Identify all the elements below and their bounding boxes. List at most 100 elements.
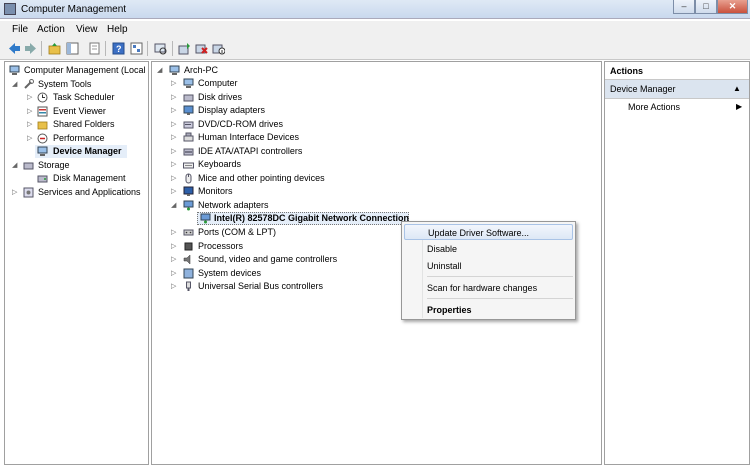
collapsed-arrow-icon[interactable]: ▷: [171, 174, 176, 182]
device-category-network-adapters[interactable]: ◢ Network adapters: [152, 199, 452, 212]
disable-device-icon[interactable]: [212, 42, 225, 55]
collapsed-arrow-icon[interactable]: ▷: [171, 147, 176, 155]
collapsed-arrow-icon[interactable]: ▷: [171, 187, 176, 195]
collapse-section-icon[interactable]: ▲: [733, 84, 741, 93]
mouse-icon: [185, 173, 192, 184]
device-category[interactable]: ▷ Human Interface Devices: [152, 131, 452, 144]
tree-label: Shared Folders: [53, 119, 115, 129]
scan-hardware-icon[interactable]: [154, 42, 167, 55]
collapsed-arrow-icon[interactable]: ▷: [171, 133, 176, 141]
collapsed-arrow-icon[interactable]: ▷: [171, 282, 176, 290]
collapsed-arrow-icon[interactable]: ▷: [171, 93, 176, 101]
device-category-label: Universal Serial Bus controllers: [198, 281, 324, 291]
expanded-arrow-icon[interactable]: ◢: [12, 80, 17, 88]
actions-header: Actions: [605, 62, 749, 80]
collapsed-arrow-icon[interactable]: ▷: [171, 242, 176, 250]
device-category-label: System devices: [198, 268, 262, 278]
menu-file[interactable]: File: [12, 24, 28, 35]
port-icon: [183, 229, 194, 236]
collapsed-arrow-icon[interactable]: ▷: [27, 93, 32, 101]
speaker-icon: [183, 254, 191, 265]
tree-label: Performance: [53, 133, 105, 143]
more-actions-label: More Actions: [628, 102, 681, 112]
menu-view[interactable]: View: [76, 24, 98, 35]
collapsed-arrow-icon[interactable]: ▷: [27, 107, 32, 115]
console-tree-pane[interactable]: Computer Management (Local ◢ System Tool…: [4, 61, 149, 465]
device-category[interactable]: ▷ IDE ATA/ATAPI controllers: [152, 145, 452, 158]
computer-management-icon: [4, 3, 16, 15]
expanded-arrow-icon[interactable]: ◢: [12, 161, 17, 169]
device-category-label: Ports (COM & LPT): [198, 227, 277, 237]
device-category[interactable]: ▷ Mice and other pointing devices: [152, 172, 452, 185]
collapsed-arrow-icon[interactable]: ▷: [27, 120, 32, 128]
maximize-button[interactable]: □: [695, 0, 717, 14]
more-actions-item[interactable]: More Actions ▶: [605, 101, 749, 114]
device-manager-icon: [37, 146, 48, 156]
menu-item-uninstall[interactable]: Uninstall: [404, 258, 573, 274]
expanded-arrow-icon[interactable]: ◢: [157, 66, 162, 74]
device-category[interactable]: ▷ DVD/CD-ROM drives: [152, 118, 452, 131]
tree-item-event-viewer[interactable]: ▷ Event Viewer: [5, 105, 148, 118]
tree-item-storage[interactable]: ◢ Storage: [5, 159, 148, 172]
tree-item-performance[interactable]: ▷ Performance: [5, 132, 148, 145]
menu-item-update-driver[interactable]: Update Driver Software...: [404, 224, 573, 240]
properties-page-icon[interactable]: [88, 42, 101, 55]
menu-bar: File Action View Help: [0, 21, 750, 38]
menu-item-scan-hardware[interactable]: Scan for hardware changes: [404, 280, 573, 296]
collapsed-arrow-icon[interactable]: ▷: [171, 79, 176, 87]
tree-item-task-scheduler[interactable]: ▷ Task Scheduler: [5, 91, 148, 104]
menu-item-properties[interactable]: Properties: [404, 302, 573, 318]
tree-item-device-manager[interactable]: Device Manager: [35, 145, 127, 158]
device-category-label: Processors: [198, 241, 244, 251]
menu-item-label: Update Driver Software...: [428, 228, 530, 238]
up-folder-icon[interactable]: [48, 42, 61, 55]
tree-item-system-tools[interactable]: ◢ System Tools: [5, 78, 148, 91]
device-category[interactable]: ▷ Monitors: [152, 185, 452, 198]
help-icon[interactable]: ?: [112, 42, 125, 55]
device-category-label: Display adapters: [198, 105, 266, 115]
expanded-arrow-icon[interactable]: ◢: [171, 201, 176, 209]
view-icon[interactable]: [130, 42, 143, 55]
computer-icon: [183, 78, 194, 88]
menu-item-label: Scan for hardware changes: [427, 283, 538, 293]
menu-help[interactable]: Help: [107, 24, 128, 35]
tree-item-shared-folders[interactable]: ▷ Shared Folders: [5, 118, 148, 131]
storage-icon: [23, 162, 34, 170]
menu-action[interactable]: Action: [37, 24, 65, 35]
collapsed-arrow-icon[interactable]: ▷: [171, 160, 176, 168]
collapsed-arrow-icon[interactable]: ▷: [171, 255, 176, 263]
console-tree-icon[interactable]: [66, 42, 79, 55]
back-arrow-icon[interactable]: [8, 42, 21, 55]
tree-item-disk-management[interactable]: Disk Management: [5, 172, 148, 185]
collapsed-arrow-icon[interactable]: ▷: [171, 228, 176, 236]
collapsed-arrow-icon[interactable]: ▷: [171, 106, 176, 114]
actions-section-device-manager[interactable]: Device Manager ▲: [605, 80, 749, 99]
minimize-button[interactable]: –: [673, 0, 695, 14]
device-category[interactable]: ▷ Disk drives: [152, 91, 452, 104]
menu-item-disable[interactable]: Disable: [404, 241, 573, 257]
device-category-label: Computer: [198, 78, 238, 88]
system-device-icon: [183, 268, 194, 279]
close-button[interactable]: ✕: [717, 0, 748, 14]
tree-item-services-and-applications[interactable]: ▷ Services and Applications: [5, 186, 148, 199]
tree-label: Task Scheduler: [53, 92, 115, 102]
menu-item-label: Uninstall: [427, 261, 462, 271]
device-category[interactable]: ▷ Display adapters: [152, 104, 452, 117]
device-category[interactable]: ▷ Keyboards: [152, 158, 452, 171]
usb-icon: [186, 281, 191, 291]
collapsed-arrow-icon[interactable]: ▷: [171, 120, 176, 128]
window-title: Computer Management: [21, 4, 127, 15]
collapsed-arrow-icon[interactable]: ▷: [12, 188, 17, 196]
collapsed-arrow-icon[interactable]: ▷: [27, 134, 32, 142]
device-root[interactable]: ◢ Arch-PC: [152, 64, 452, 77]
device-intel-network-connection[interactable]: Intel(R) 82578DC Gigabit Network Connect…: [197, 212, 409, 225]
collapsed-arrow-icon[interactable]: ▷: [171, 269, 176, 277]
tree-item-computer-management[interactable]: Computer Management (Local: [5, 64, 148, 77]
device-category-label: Keyboards: [198, 159, 242, 169]
update-driver-icon[interactable]: [178, 42, 191, 55]
forward-arrow-icon[interactable]: [24, 42, 37, 55]
device-category[interactable]: ▷ Computer: [152, 77, 452, 90]
actions-section-label: Device Manager: [610, 84, 676, 94]
uninstall-device-icon[interactable]: [195, 42, 208, 55]
device-category-label: Monitors: [198, 186, 233, 196]
